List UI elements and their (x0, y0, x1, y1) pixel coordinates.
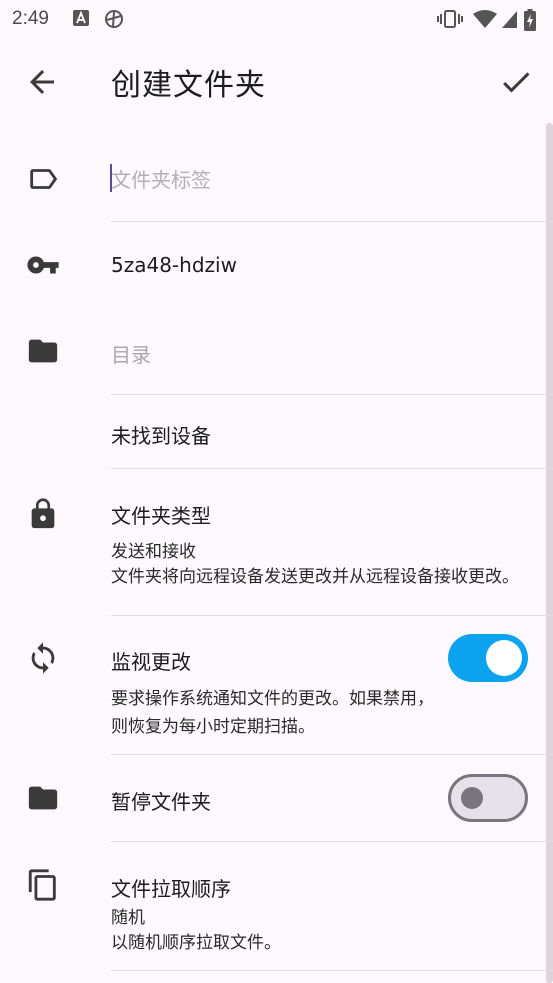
pause-folder-toggle[interactable] (448, 774, 528, 822)
sync-notification-icon (105, 10, 123, 28)
divider (111, 841, 553, 842)
folder-label-input[interactable] (111, 160, 531, 200)
vibrate-icon (437, 10, 463, 28)
folder-icon (28, 339, 58, 363)
battery-charging-icon (524, 9, 536, 31)
scrollbar[interactable] (546, 123, 553, 983)
status-bar: 2:49 (0, 0, 553, 40)
folder-type-description: 文件夹将向远程设备发送更改并从远程设备接收更改。 (111, 567, 519, 587)
pull-order-title[interactable]: 文件拉取顺序 (111, 873, 231, 902)
toggle-knob (461, 787, 483, 809)
divider (111, 970, 553, 971)
toggle-knob (486, 640, 522, 676)
key-icon (27, 256, 59, 274)
divider (111, 468, 553, 469)
page-title: 创建文件夹 (111, 68, 266, 103)
pull-order-value: 随机 (111, 908, 145, 928)
watch-changes-description-line1: 要求操作系统通知文件的更改。如果禁用， (111, 689, 434, 709)
folder-icon (28, 786, 58, 810)
status-time: 2:49 (12, 8, 49, 29)
divider (111, 221, 553, 222)
sync-icon (31, 642, 55, 674)
folder-type-title[interactable]: 文件夹类型 (111, 500, 211, 529)
lock-icon (31, 498, 55, 529)
confirm-check-icon[interactable] (496, 64, 536, 100)
watch-changes-toggle[interactable] (448, 634, 528, 682)
back-arrow-icon[interactable] (24, 64, 60, 100)
text-cursor (110, 164, 112, 192)
label-icon (30, 169, 58, 189)
divider (111, 615, 553, 616)
pull-order-description: 以随机顺序拉取文件。 (111, 933, 281, 953)
divider (111, 394, 553, 395)
app-bar: 创建文件夹 (0, 44, 553, 116)
watch-changes-title: 监视更改 (111, 650, 191, 674)
folder-id-value[interactable]: 5za48-hdziw (111, 253, 237, 277)
wifi-icon (473, 10, 497, 28)
cell-signal-icon (502, 11, 517, 28)
copy-icon (28, 869, 56, 901)
directory-field[interactable]: 目录 (111, 339, 151, 368)
folder-type-value: 发送和接收 (111, 542, 196, 562)
pause-folder-title: 暂停文件夹 (111, 790, 211, 814)
keyboard-notification-icon (73, 10, 89, 26)
watch-changes-description-line2: 则恢复为每小时定期扫描。 (111, 717, 315, 737)
devices-status: 未找到设备 (111, 424, 211, 448)
divider (111, 754, 553, 755)
